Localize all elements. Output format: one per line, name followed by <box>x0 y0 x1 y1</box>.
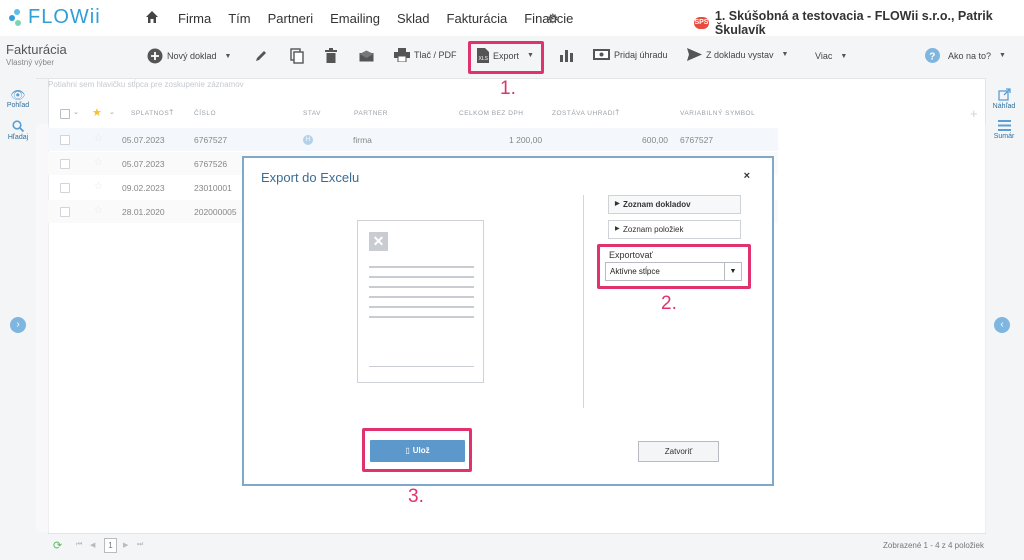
expand-left-icon[interactable]: › <box>10 317 26 333</box>
annotation-box-1 <box>468 41 544 74</box>
col-partner[interactable]: PARTNER <box>354 110 388 117</box>
col-total-without-vat[interactable]: CELKOM BEZ DPH <box>459 110 523 117</box>
pencil-icon[interactable] <box>254 49 268 63</box>
group-by-hint[interactable]: Potiahni sem hlavičku stĺpca pre zoskupe… <box>48 80 244 89</box>
caret-right-icon: ▶ <box>615 201 620 207</box>
main-nav: Firma Tím Partneri Emailing Sklad Faktur… <box>178 11 590 26</box>
annotation-step-1: 1. <box>500 78 516 99</box>
search-icon <box>12 120 25 133</box>
home-icon[interactable] <box>145 10 159 24</box>
add-payment-button[interactable]: Pridaj úhradu <box>593 48 668 61</box>
flowii-logo-icon <box>9 8 21 26</box>
close-icon[interactable]: × <box>744 170 750 182</box>
expand-right-icon[interactable]: ‹ <box>994 317 1010 333</box>
company-name: 1. Skúšobná a testovacia - FLOWii s.r.o.… <box>714 9 993 37</box>
col-variable-symbol[interactable]: VARIABILNÝ SYMBOL <box>680 110 755 117</box>
printer-icon <box>394 48 410 62</box>
send-icon <box>687 48 702 61</box>
annotation-step-3: 3. <box>408 486 424 507</box>
right-sidebar: Náhľad Sumár ‹ <box>986 78 1024 560</box>
company-switcher[interactable]: SPS 1. Skúšobná a testovacia - FLOWii s.… <box>694 9 1024 37</box>
preview-button[interactable]: Náhľad <box>986 88 1022 110</box>
nav-partneri[interactable]: Partneri <box>268 11 314 26</box>
svg-text:?: ? <box>929 52 935 63</box>
close-button[interactable]: Zatvoriť <box>638 441 719 462</box>
issue-from-document-button[interactable]: Z dokladu vystav ▼ <box>687 48 788 61</box>
first-page-icon[interactable]: ⏮ <box>76 541 82 549</box>
new-document-button[interactable]: Nový doklad ▼ <box>147 48 231 64</box>
help-button[interactable]: ? Ako na to? ▼ <box>925 48 1006 63</box>
annotation-box-2 <box>597 244 751 289</box>
page-title: Fakturácia <box>6 42 67 57</box>
eye-icon: 👁 <box>10 88 26 102</box>
nav-firma[interactable]: Firma <box>178 11 211 26</box>
external-link-icon <box>997 88 1011 101</box>
plus-circle-icon <box>147 48 163 64</box>
notification-badge[interactable]: SPS <box>694 17 709 29</box>
annotation-box-3 <box>362 428 472 472</box>
col-number[interactable]: ČÍSLO <box>194 110 216 117</box>
excel-file-icon: ✕ <box>369 232 388 251</box>
prev-page-icon[interactable]: ◀ <box>90 541 95 549</box>
pagination-summary: Zobrazené 1 - 4 z 4 položiek <box>883 541 984 550</box>
excel-preview: ✕ <box>357 220 484 383</box>
question-circle-icon: ? <box>925 48 940 63</box>
item-list-option[interactable]: ▶ Zoznam položiek <box>608 220 741 239</box>
trash-icon[interactable] <box>325 48 337 63</box>
col-due-date[interactable]: SPLATNOSŤ <box>131 110 174 117</box>
copy-icon[interactable] <box>290 48 304 64</box>
modal-title: Export do Excelu <box>261 170 360 185</box>
col-remaining[interactable]: ZOSTÁVA UHRADIŤ <box>552 110 620 117</box>
pagination-bar: ⟳ ⏮ ◀ 1 ▶ ⏭ Zobrazené 1 - 4 z 4 položiek <box>48 532 984 560</box>
col-status[interactable]: STAV <box>303 110 321 117</box>
page-subtitle[interactable]: Vlastný výber <box>6 58 54 67</box>
nav-emailing[interactable]: Emailing <box>330 11 380 26</box>
star-icon[interactable]: ★ <box>92 106 102 119</box>
chevron-down-icon: ▼ <box>781 51 789 58</box>
table-header: ⌄ ★ ⌄ SPLATNOSŤ ČÍSLO STAV PARTNER CELKO… <box>48 104 984 124</box>
refresh-icon[interactable]: ⟳ <box>53 539 62 552</box>
view-button[interactable]: 👁 Pohľad <box>0 88 36 109</box>
annotation-step-2: 2. <box>661 293 677 314</box>
more-button[interactable]: Viac ▼ <box>815 51 847 61</box>
logo[interactable]: FLOWii <box>8 6 101 29</box>
chevron-down-icon[interactable]: ⌄ <box>109 108 115 116</box>
list-icon <box>997 120 1011 131</box>
summary-button[interactable]: Sumár <box>986 120 1022 140</box>
left-sidebar: 👁 Pohľad Hľadaj › <box>0 78 36 560</box>
nav-tim[interactable]: Tím <box>228 11 250 26</box>
vertical-divider <box>583 195 584 408</box>
chevron-down-icon: ▼ <box>999 52 1006 59</box>
last-page-icon[interactable]: ⏭ <box>137 541 143 549</box>
nav-sklad[interactable]: Sklad <box>397 11 430 26</box>
bar-chart-icon[interactable] <box>560 50 573 62</box>
page-number[interactable]: 1 <box>104 538 117 553</box>
caret-right-icon: ▶ <box>615 226 620 232</box>
top-bar: FLOWii Firma Tím Partneri Emailing Sklad… <box>0 0 1024 37</box>
gear-icon[interactable]: ⚙ <box>547 11 559 27</box>
cash-register-icon <box>593 49 610 60</box>
export-modal: Export do Excelu × ✕ ▶ Zoznam dokladov ▶… <box>242 156 774 486</box>
search-button[interactable]: Hľadaj <box>0 120 36 141</box>
select-all-checkbox[interactable] <box>60 109 70 119</box>
chevron-down-icon[interactable]: ⌄ <box>73 108 79 116</box>
nav-fakturacia[interactable]: Fakturácia <box>447 11 508 26</box>
envelope-icon[interactable] <box>359 50 374 62</box>
app-name: FLOWii <box>28 6 101 28</box>
next-page-icon[interactable]: ▶ <box>123 541 128 549</box>
chevron-down-icon: ▼ <box>224 52 232 60</box>
print-pdf-button[interactable]: Tlač / PDF <box>394 48 457 62</box>
chevron-down-icon: ▼ <box>840 52 848 60</box>
document-list-option[interactable]: ▶ Zoznam dokladov <box>608 195 741 214</box>
